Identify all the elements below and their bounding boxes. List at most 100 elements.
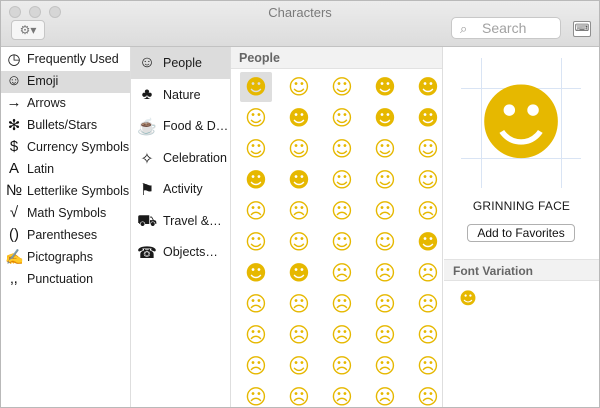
smirking-face-icon[interactable]: ☺ [326, 165, 358, 195]
persevering-face-icon[interactable]: ☹ [326, 289, 358, 319]
square-root-icon: √ [9, 204, 19, 221]
category-label: Latin [27, 162, 55, 176]
face-savouring-food-icon[interactable]: ☺ [369, 134, 401, 164]
category-item[interactable]: ‚, Punctuation [1, 269, 130, 291]
kissing-face-icon[interactable]: ☺ [326, 227, 358, 257]
category-label: Punctuation [27, 272, 94, 286]
disappointed-face-icon[interactable]: ☹ [326, 258, 358, 288]
face-screaming-in-fear-icon[interactable]: ☹ [240, 382, 272, 407]
smiling-face-heart-eyes-icon[interactable]: ☺ [412, 134, 442, 164]
confused-face-icon[interactable]: ☹ [369, 196, 401, 226]
subcategory-item[interactable]: ⚑ Activity [131, 173, 230, 205]
smiling-face-open-mouth-smiling-eyes-icon[interactable]: ☻ [412, 72, 442, 102]
sleepy-face-icon[interactable]: ☹ [412, 320, 442, 350]
smiling-face-with-horns-icon[interactable]: ☻ [369, 103, 401, 133]
subcategory-item[interactable]: ⛟ Travel &… [131, 205, 230, 237]
face-with-cold-sweat-icon[interactable]: ☹ [283, 196, 315, 226]
face-with-look-of-triumph-icon[interactable]: ☹ [369, 289, 401, 319]
relieved-face-icon[interactable]: ☺ [326, 134, 358, 164]
smiling-face-with-halo-icon[interactable]: ☺ [326, 103, 358, 133]
kissing-face-smiling-eyes-icon[interactable]: ☺ [369, 227, 401, 257]
smiling-face-smiling-eyes-icon[interactable]: ☺ [283, 134, 315, 164]
sleeping-face-icon[interactable]: ☹ [412, 382, 442, 407]
subcategory-item[interactable]: ✧ Celebration [131, 142, 230, 174]
titlebar: Characters ⚙▾ ⌕ ⌨ [1, 1, 599, 47]
heart-eyes-face-icon[interactable]: ☻ [240, 165, 272, 195]
search-field[interactable]: ⌕ [451, 17, 561, 39]
gear-menu-button[interactable]: ⚙▾ [11, 20, 45, 40]
subcategory-item[interactable]: ☎ Objects… [131, 236, 230, 268]
category-item[interactable]: ◷ Frequently Used [1, 49, 130, 71]
kissing-face-with-heart-icon[interactable]: ☺ [283, 227, 315, 257]
disappointed-relieved-face-icon[interactable]: ☹ [412, 289, 442, 319]
face-with-sunglasses-icon[interactable]: ☻ [283, 165, 315, 195]
face-with-tongue-icon[interactable]: ☻ [412, 227, 442, 257]
category-label: Arrows [27, 96, 66, 110]
pensive-face-icon[interactable]: ☹ [326, 196, 358, 226]
keyboard-viewer-button[interactable]: ⌨ [573, 21, 591, 37]
smiling-face-open-mouth-cold-sweat-icon[interactable]: ☺ [240, 103, 272, 133]
flushed-face-icon[interactable]: ☹ [326, 382, 358, 407]
category-item[interactable]: ☺ Emoji [1, 71, 130, 93]
face-with-tears-of-joy-icon[interactable]: ☺ [326, 72, 358, 102]
parentheses-icon: () [9, 226, 19, 243]
grinning-face-preview-icon: ☻ [477, 74, 565, 172]
character-detail-panel: ☻ GRINNING FACE Add to Favorites Font Va… [444, 47, 599, 407]
pouting-face-icon[interactable]: ☹ [240, 289, 272, 319]
keyboard-viewer-icon: ⌨ [574, 23, 590, 34]
characters-window: Characters ⚙▾ ⌕ ⌨ ◷ Frequently Used ☺ Emoji… [0, 0, 600, 408]
subcategory-label: Travel &… [163, 213, 222, 228]
imp-icon[interactable]: ☻ [412, 103, 442, 133]
category-item[interactable]: № Letterlike Symbols [1, 181, 130, 203]
subcategory-label: Celebration [163, 150, 227, 165]
face-open-mouth-icon[interactable]: ☹ [369, 351, 401, 381]
category-item[interactable]: ✻ Bullets/Stars [1, 115, 130, 137]
category-item[interactable]: () Parentheses [1, 225, 130, 247]
category-item[interactable]: √ Math Symbols [1, 203, 130, 225]
arrow-icon: → [6, 94, 22, 111]
category-item[interactable]: A Latin [1, 159, 130, 181]
weary-face-icon[interactable]: ☹ [369, 320, 401, 350]
smiley-icon: ☺ [6, 72, 22, 89]
winking-face-with-tongue-icon[interactable]: ☻ [240, 258, 272, 288]
unamused-face-icon[interactable]: ☹ [240, 196, 272, 226]
expressionless-face-icon[interactable]: ☺ [412, 165, 442, 195]
add-to-favorites-button[interactable]: Add to Favorites [467, 224, 575, 242]
worried-face-icon[interactable]: ☹ [369, 258, 401, 288]
category-item[interactable]: $ Currency Symbols [1, 137, 130, 159]
angry-face-icon[interactable]: ☹ [412, 258, 442, 288]
frowning-face-icon[interactable]: ☹ [240, 320, 272, 350]
crying-face-icon[interactable]: ☹ [283, 289, 315, 319]
search-input[interactable] [482, 20, 558, 36]
tired-face-icon[interactable]: ☹ [240, 351, 272, 381]
grimacing-face-2-icon[interactable]: ☺ [283, 351, 315, 381]
subcategory-item[interactable]: ♣ Nature [131, 79, 230, 111]
category-label: Parentheses [27, 228, 98, 242]
dollar-icon: $ [9, 138, 19, 155]
subcategory-item[interactable]: ☕ Food & D… [131, 110, 230, 142]
grinning-face-icon[interactable]: ☻ [240, 72, 272, 102]
neutral-face-icon[interactable]: ☺ [369, 165, 401, 195]
confounded-face-icon[interactable]: ☹ [412, 196, 442, 226]
fearful-face-icon[interactable]: ☹ [326, 320, 358, 350]
astonished-face-icon[interactable]: ☹ [283, 382, 315, 407]
face-throwing-kiss-icon[interactable]: ☺ [240, 227, 272, 257]
category-item[interactable]: ✍ Pictographs [1, 247, 130, 269]
smiling-face-open-mouth-icon[interactable]: ☻ [369, 72, 401, 102]
anguished-face-icon[interactable]: ☹ [283, 320, 315, 350]
winking-face-icon[interactable]: ☺ [240, 134, 272, 164]
clock-icon: ◷ [7, 51, 21, 68]
loudly-crying-face-icon[interactable]: ☹ [326, 351, 358, 381]
objects-icon: ☎ [137, 245, 157, 262]
grimacing-face-icon[interactable]: ☺ [283, 72, 315, 102]
subcategory-item[interactable]: ☺ People [131, 47, 230, 79]
tongue-closed-eyes-icon[interactable]: ☻ [283, 258, 315, 288]
hushed-face-icon[interactable]: ☹ [412, 351, 442, 381]
grinning-face-variation-icon[interactable]: ☻ [456, 287, 480, 311]
dizzy-face-icon[interactable]: ☹ [369, 382, 401, 407]
subcategory-label: Food & D… [163, 119, 229, 133]
pictograph-icon: ✍ [5, 249, 24, 266]
smiling-face-closed-eyes-icon[interactable]: ☻ [283, 103, 315, 133]
category-item[interactable]: → Arrows [1, 93, 130, 115]
category-sidebar: ◷ Frequently Used ☺ Emoji → Arrows ✻ Bullets/St… [1, 47, 131, 407]
